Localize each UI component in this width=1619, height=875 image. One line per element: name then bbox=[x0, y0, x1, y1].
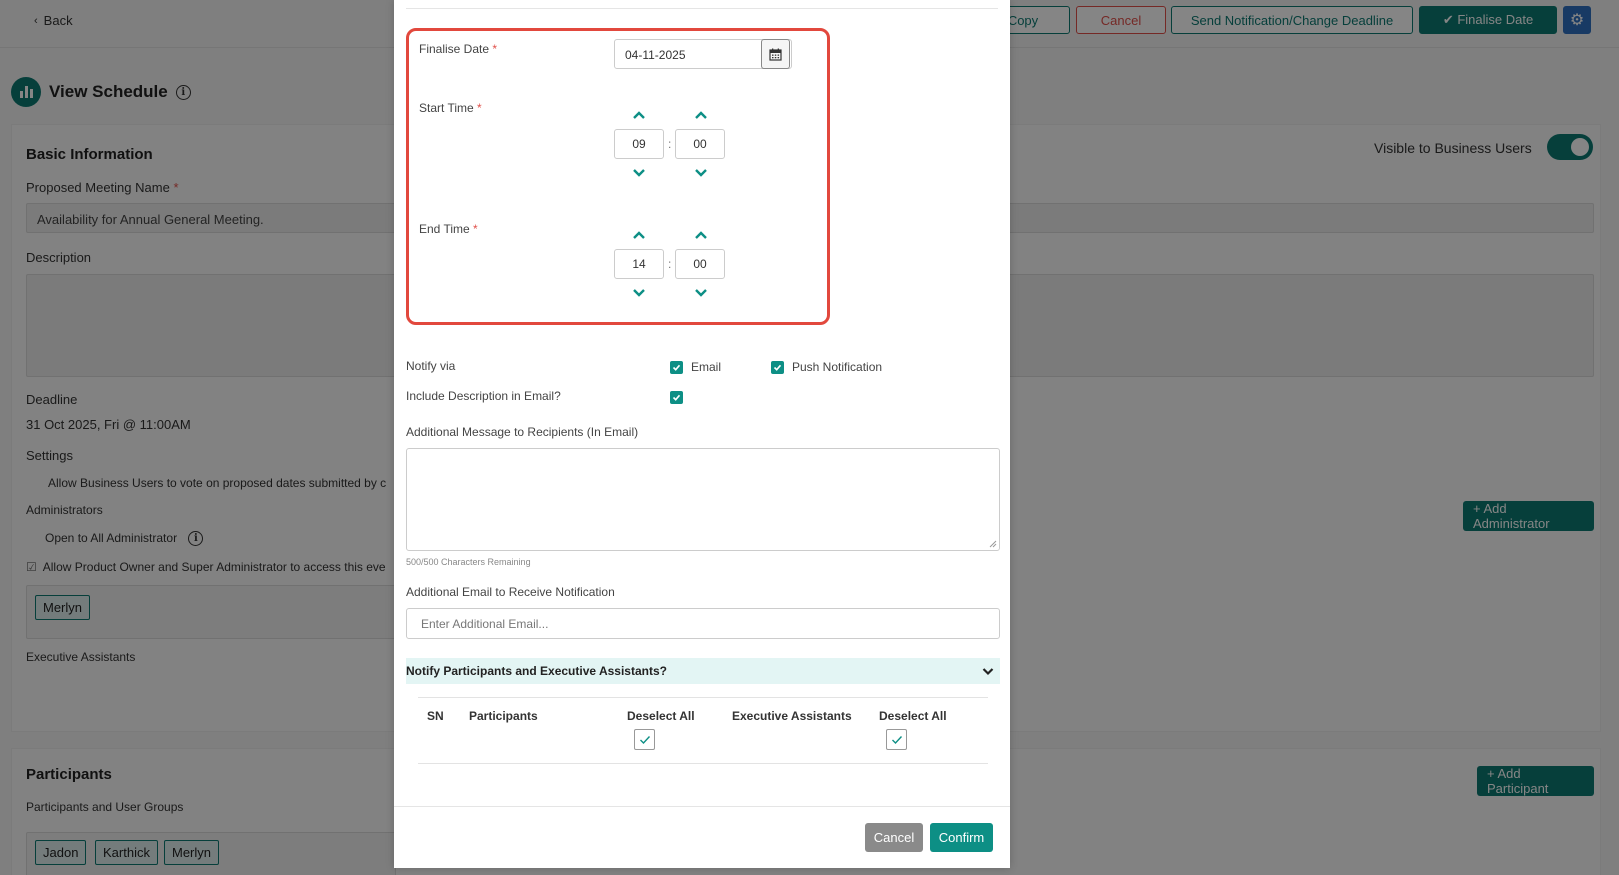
divider bbox=[406, 8, 998, 9]
th-deselect-all-assistants: Deselect All bbox=[879, 709, 947, 723]
chevron-down-icon[interactable] bbox=[632, 288, 646, 298]
finalise-date-label: Finalise Date * bbox=[419, 42, 498, 56]
table-divider bbox=[418, 763, 988, 764]
email-label: Email bbox=[691, 360, 722, 374]
deselect-all-assistants-checkbox[interactable] bbox=[886, 729, 907, 750]
table-divider bbox=[418, 697, 988, 698]
resize-grip-icon[interactable] bbox=[989, 540, 997, 548]
additional-email-input[interactable]: Enter Additional Email... bbox=[406, 608, 1000, 639]
time-separator: : bbox=[668, 137, 672, 151]
chevron-up-icon[interactable] bbox=[694, 110, 708, 120]
start-minute-input[interactable]: 00 bbox=[675, 129, 725, 159]
additional-message-label: Additional Message to Recipients (In Ema… bbox=[406, 425, 639, 439]
char-remaining: 500/500 Characters Remaining bbox=[406, 557, 531, 567]
notify-participants-accordion[interactable]: Notify Participants and Executive Assist… bbox=[406, 658, 1000, 684]
include-description-checkbox[interactable] bbox=[670, 391, 683, 404]
start-time-label: Start Time * bbox=[419, 101, 482, 115]
end-minute-input[interactable]: 00 bbox=[675, 249, 725, 279]
additional-email-label: Additional Email to Receive Notification bbox=[406, 585, 615, 599]
additional-message-textarea[interactable] bbox=[406, 448, 1000, 551]
include-description-label: Include Description in Email? bbox=[406, 389, 561, 403]
modal-confirm-button[interactable]: Confirm bbox=[930, 823, 993, 852]
accordion-title: Notify Participants and Executive Assist… bbox=[406, 664, 667, 678]
email-checkbox[interactable] bbox=[670, 361, 683, 374]
start-hour-input[interactable]: 09 bbox=[614, 129, 664, 159]
chevron-down-icon[interactable] bbox=[632, 168, 646, 178]
th-sn: SN bbox=[427, 709, 444, 723]
th-deselect-all-participants: Deselect All bbox=[627, 709, 695, 723]
finalise-date-modal: Finalise Date * 04-11-2025 Start Time * … bbox=[394, 0, 1010, 868]
end-hour-input[interactable]: 14 bbox=[614, 249, 664, 279]
chevron-up-icon[interactable] bbox=[632, 230, 646, 240]
push-notification-checkbox[interactable] bbox=[771, 361, 784, 374]
notify-via-label: Notify via bbox=[406, 359, 456, 373]
push-notification-label: Push Notification bbox=[792, 360, 883, 374]
chevron-down-icon[interactable] bbox=[694, 168, 708, 178]
highlight-box bbox=[406, 28, 830, 325]
footer-divider bbox=[394, 806, 1010, 807]
chevron-down-icon[interactable] bbox=[694, 288, 708, 298]
th-participants: Participants bbox=[469, 709, 538, 723]
th-executive-assistants: Executive Assistants bbox=[732, 709, 852, 723]
modal-cancel-button[interactable]: Cancel bbox=[865, 823, 923, 852]
chevron-up-icon[interactable] bbox=[632, 110, 646, 120]
time-separator: : bbox=[668, 257, 672, 271]
calendar-icon[interactable] bbox=[761, 39, 790, 69]
chevron-up-icon[interactable] bbox=[694, 230, 708, 240]
end-time-label: End Time * bbox=[419, 222, 478, 236]
chevron-down-icon bbox=[982, 667, 994, 675]
deselect-all-participants-checkbox[interactable] bbox=[634, 729, 655, 750]
